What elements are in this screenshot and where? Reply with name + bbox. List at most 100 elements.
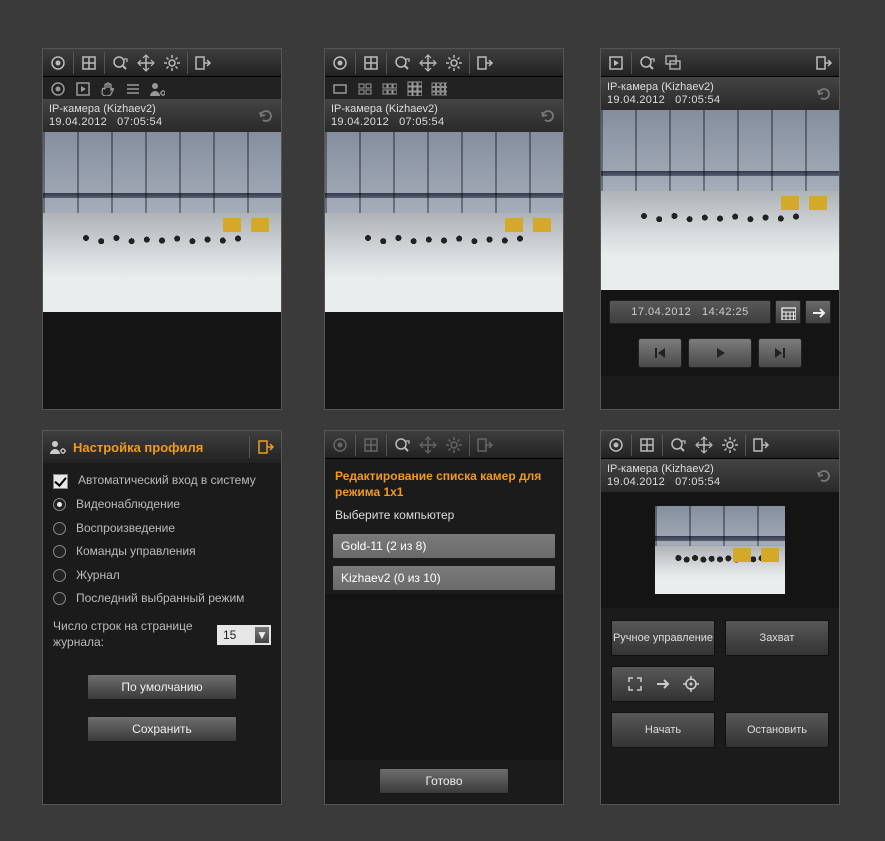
lines-label: Число строк на странице журнала: xyxy=(53,619,209,650)
radio-icon xyxy=(53,592,66,605)
hand-mini-icon[interactable] xyxy=(96,79,118,97)
edit-title: Редактирование списка камер для режима 1… xyxy=(325,459,563,502)
user-settings-mini-icon[interactable] xyxy=(146,79,168,97)
refresh-icon[interactable] xyxy=(257,107,275,125)
done-button[interactable]: Готово xyxy=(379,768,509,794)
radio-icon xyxy=(53,498,66,511)
grid-selector-toolbar xyxy=(325,77,563,99)
camera-video[interactable] xyxy=(43,132,281,312)
arrow-right-icon xyxy=(654,675,672,693)
settings-icon[interactable] xyxy=(718,434,742,456)
grid-3x2-icon[interactable] xyxy=(378,79,400,97)
refresh-icon[interactable] xyxy=(815,467,833,485)
camera-video[interactable] xyxy=(325,132,563,312)
mode-radio-commands[interactable]: Команды управления xyxy=(53,544,271,560)
settings-icon[interactable] xyxy=(442,434,466,456)
panel-manual-control: IP-камера (Kizhaev2) 19.04.2012 07:05:54… xyxy=(600,430,840,805)
refresh-icon[interactable] xyxy=(815,85,833,103)
zoom-icon[interactable] xyxy=(390,52,414,74)
camera-title: IP-камера (Kizhaev2) xyxy=(607,81,720,93)
radio-icon xyxy=(53,522,66,535)
camera-datetime: 19.04.2012 07:05:54 xyxy=(607,94,720,106)
mode-label: Воспроизведение xyxy=(76,521,175,537)
logout-icon[interactable] xyxy=(812,52,836,74)
lines-value: 15 xyxy=(223,628,236,642)
capture-button[interactable]: Захват xyxy=(725,620,829,656)
play-button[interactable] xyxy=(688,338,752,368)
mode-radio-journal[interactable]: Журнал xyxy=(53,568,271,584)
layout-icon[interactable] xyxy=(635,434,659,456)
mode-radio-playback[interactable]: Воспроизведение xyxy=(53,521,271,537)
profile-header: Настройка профиля xyxy=(43,431,281,463)
record-icon[interactable] xyxy=(328,434,352,456)
record-icon[interactable] xyxy=(46,52,70,74)
main-toolbar xyxy=(43,49,281,77)
play-mode-icon[interactable] xyxy=(604,52,628,74)
move-icon[interactable] xyxy=(134,52,158,74)
camera-video[interactable] xyxy=(601,110,839,290)
mode-label: Последний выбранный режим xyxy=(76,591,244,607)
layout-icon[interactable] xyxy=(359,434,383,456)
camera-header: IP-камера (Kizhaev2) 19.04.2012 07:05:54 xyxy=(601,459,839,492)
go-button[interactable] xyxy=(805,300,831,324)
zoom-icon[interactable] xyxy=(108,52,132,74)
edit-subtitle: Выберите компьютер xyxy=(325,502,563,530)
camera-datetime: 19.04.2012 07:05:54 xyxy=(49,116,162,128)
playback-toolbar xyxy=(601,49,839,77)
datetime-display[interactable]: 17.04.2012 14:42:25 xyxy=(609,300,771,324)
separator xyxy=(73,52,74,74)
main-toolbar xyxy=(325,49,563,77)
calendar-button[interactable] xyxy=(775,300,801,324)
computer-item-kizhaev2[interactable]: Kizhaev2 (0 из 10) xyxy=(333,566,555,590)
logout-icon[interactable] xyxy=(257,438,275,456)
settings-icon[interactable] xyxy=(442,52,466,74)
mode-radio-video[interactable]: Видеонаблюдение xyxy=(53,497,271,513)
zoom-icon[interactable] xyxy=(390,434,414,456)
zoom-icon[interactable] xyxy=(635,52,659,74)
separator xyxy=(187,52,188,74)
mode-radio-last[interactable]: Последний выбранный режим xyxy=(53,591,271,607)
zoom-icon[interactable] xyxy=(666,434,690,456)
save-button[interactable]: Сохранить xyxy=(87,716,237,742)
prev-button[interactable] xyxy=(638,338,682,368)
default-button[interactable]: По умолчанию xyxy=(87,674,237,700)
move-icon[interactable] xyxy=(692,434,716,456)
camera-title: IP-камера (Kizhaev2) xyxy=(331,103,444,115)
empty-area xyxy=(43,312,281,409)
grid-2x2-icon[interactable] xyxy=(353,79,375,97)
logout-icon[interactable] xyxy=(749,434,773,456)
refresh-icon[interactable] xyxy=(539,107,557,125)
computer-item-gold11[interactable]: Gold-11 (2 из 8) xyxy=(333,534,555,558)
camera-thumbnail[interactable] xyxy=(655,506,785,594)
record-icon[interactable] xyxy=(604,434,628,456)
logout-icon[interactable] xyxy=(191,52,215,74)
record-icon[interactable] xyxy=(328,52,352,74)
move-icon[interactable] xyxy=(416,434,440,456)
playback-controls xyxy=(601,330,839,376)
layout-icon[interactable] xyxy=(359,52,383,74)
control-buttons: Ручное управление Захват Начать Останови… xyxy=(601,608,839,760)
grid-3x3-icon[interactable] xyxy=(403,79,425,97)
logout-icon[interactable] xyxy=(473,434,497,456)
expand-to-target-button[interactable] xyxy=(611,666,715,702)
settings-icon[interactable] xyxy=(160,52,184,74)
manual-control-button[interactable]: Ручное управление xyxy=(611,620,715,656)
camera-datetime: 19.04.2012 07:05:54 xyxy=(331,116,444,128)
grid-4x3-icon[interactable] xyxy=(428,79,450,97)
expand-icon xyxy=(626,675,644,693)
auto-login-checkbox[interactable]: Автоматический вход в систему xyxy=(53,473,271,489)
move-icon[interactable] xyxy=(416,52,440,74)
stop-button[interactable]: Остановить xyxy=(725,712,829,748)
grid-1x1-icon[interactable] xyxy=(328,79,350,97)
list-mini-icon[interactable] xyxy=(121,79,143,97)
record-mini-icon[interactable] xyxy=(46,79,68,97)
play-mini-icon[interactable] xyxy=(71,79,93,97)
screens-icon[interactable] xyxy=(661,52,685,74)
next-button[interactable] xyxy=(758,338,802,368)
logout-icon[interactable] xyxy=(473,52,497,74)
camera-title: IP-камера (Kizhaev2) xyxy=(49,103,162,115)
start-button[interactable]: Начать xyxy=(611,712,715,748)
lines-select[interactable]: 15 ▼ xyxy=(217,625,271,645)
checkbox-icon xyxy=(53,474,68,489)
layout-icon[interactable] xyxy=(77,52,101,74)
